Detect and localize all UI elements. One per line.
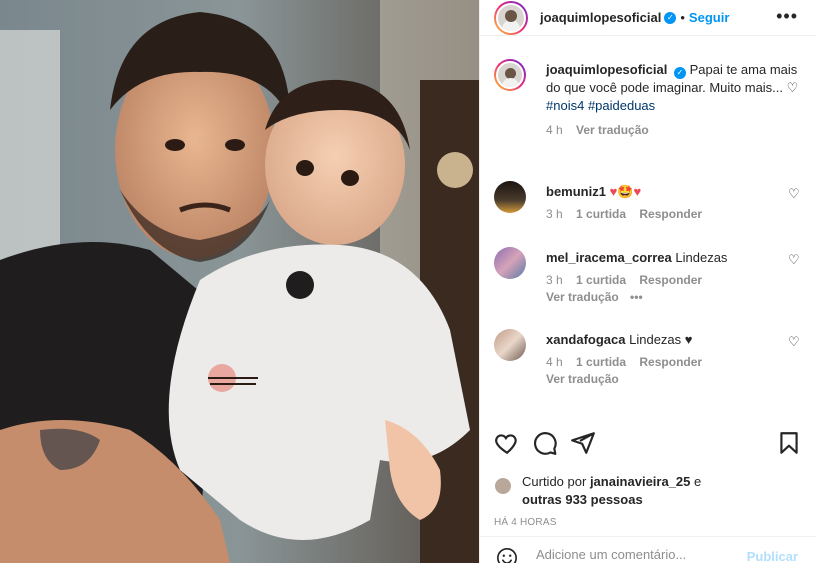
separator-dot: •	[680, 10, 685, 25]
post-sidebar: joaquimlopesoficial ✓ • Seguir ••• joaqu…	[479, 0, 816, 563]
comments-list[interactable]: joaquimlopesoficial ✓ Papai te ama mais …	[480, 37, 816, 417]
comment-time: 3 h	[546, 273, 563, 287]
caption-time: 4 h	[546, 123, 563, 137]
commenter-avatar[interactable]	[494, 329, 526, 361]
likes-prefix: Curtido por	[522, 474, 587, 489]
comment-like-icon[interactable]: ♡	[788, 253, 802, 267]
verified-icon: ✓	[664, 11, 677, 24]
comment-likes[interactable]: 1 curtida	[576, 207, 626, 221]
comment-time: 3 h	[546, 207, 563, 221]
save-icon[interactable]	[776, 430, 802, 456]
comment-options-icon[interactable]: •••	[630, 290, 643, 304]
hashtag-paideduas[interactable]: #paideduas	[588, 98, 655, 113]
comment-text: Lindezas	[675, 250, 728, 265]
caption-content: joaquimlopesoficial ✓ Papai te ama mais …	[546, 61, 802, 137]
comment-username[interactable]: xandafogaca	[546, 332, 625, 347]
likes-others[interactable]: outras 933 pessoas	[522, 492, 643, 507]
comment-text: ♥🤩♥	[609, 184, 642, 199]
comment-composer: Publicar	[480, 536, 816, 563]
author-username[interactable]: joaquimlopesoficial	[540, 10, 661, 25]
comment-content: xandafogaca Lindezas ♥ 4 h 1 curtida Res…	[546, 331, 778, 386]
comment-username[interactable]: mel_iracema_correa	[546, 250, 672, 265]
comment-like-icon[interactable]: ♡	[788, 187, 802, 201]
share-icon[interactable]	[570, 430, 596, 456]
emoji-icon[interactable]	[496, 547, 518, 563]
author-info: joaquimlopesoficial ✓ • Seguir	[540, 10, 729, 25]
comment-text: Lindezas ♥	[629, 332, 693, 347]
comment-username[interactable]: bemuniz1	[546, 184, 606, 199]
liker-avatar[interactable]	[494, 477, 512, 495]
more-icon[interactable]: •••	[776, 6, 798, 27]
photo-illustration	[0, 0, 479, 563]
publish-button[interactable]: Publicar	[747, 549, 798, 563]
comment-likes[interactable]: 1 curtida	[576, 273, 626, 287]
comment-input[interactable]	[536, 547, 726, 562]
caption-username[interactable]: joaquimlopesoficial	[546, 62, 667, 77]
comment-like-icon[interactable]: ♡	[788, 335, 802, 349]
comment-icon[interactable]	[532, 430, 558, 456]
post-header: joaquimlopesoficial ✓ • Seguir •••	[480, 0, 816, 36]
action-bar	[494, 430, 802, 460]
reply-button[interactable]: Responder	[639, 207, 702, 221]
comment-time: 4 h	[546, 355, 563, 369]
reply-button[interactable]: Responder	[639, 273, 702, 287]
verified-icon: ✓	[673, 67, 686, 79]
comment-translate[interactable]: Ver tradução	[546, 372, 619, 386]
comment-translate[interactable]: Ver tradução	[546, 290, 619, 304]
comment-content: bemuniz1 ♥🤩♥ 3 h 1 curtida Responder	[546, 183, 778, 221]
caption-translate[interactable]: Ver tradução	[576, 123, 649, 137]
commenter-avatar[interactable]	[494, 247, 526, 279]
liker-username[interactable]: janainavieira_25	[590, 474, 690, 489]
author-avatar[interactable]	[494, 0, 528, 35]
instagram-post: joaquimlopesoficial ✓ • Seguir ••• joaqu…	[0, 0, 816, 563]
post-timestamp: HÁ 4 HORAS	[494, 517, 557, 528]
comment-content: mel_iracema_correa Lindezas 3 h 1 curtid…	[546, 249, 778, 304]
reply-button[interactable]: Responder	[639, 355, 702, 369]
comment-likes[interactable]: 1 curtida	[576, 355, 626, 369]
caption-avatar[interactable]	[494, 59, 526, 91]
follow-button[interactable]: Seguir	[689, 10, 729, 25]
hashtag-nois4[interactable]: #nois4	[546, 98, 584, 113]
post-photo[interactable]	[0, 0, 479, 563]
commenter-avatar[interactable]	[494, 181, 526, 213]
likes-conj: e	[694, 474, 702, 489]
like-icon[interactable]	[494, 430, 520, 456]
